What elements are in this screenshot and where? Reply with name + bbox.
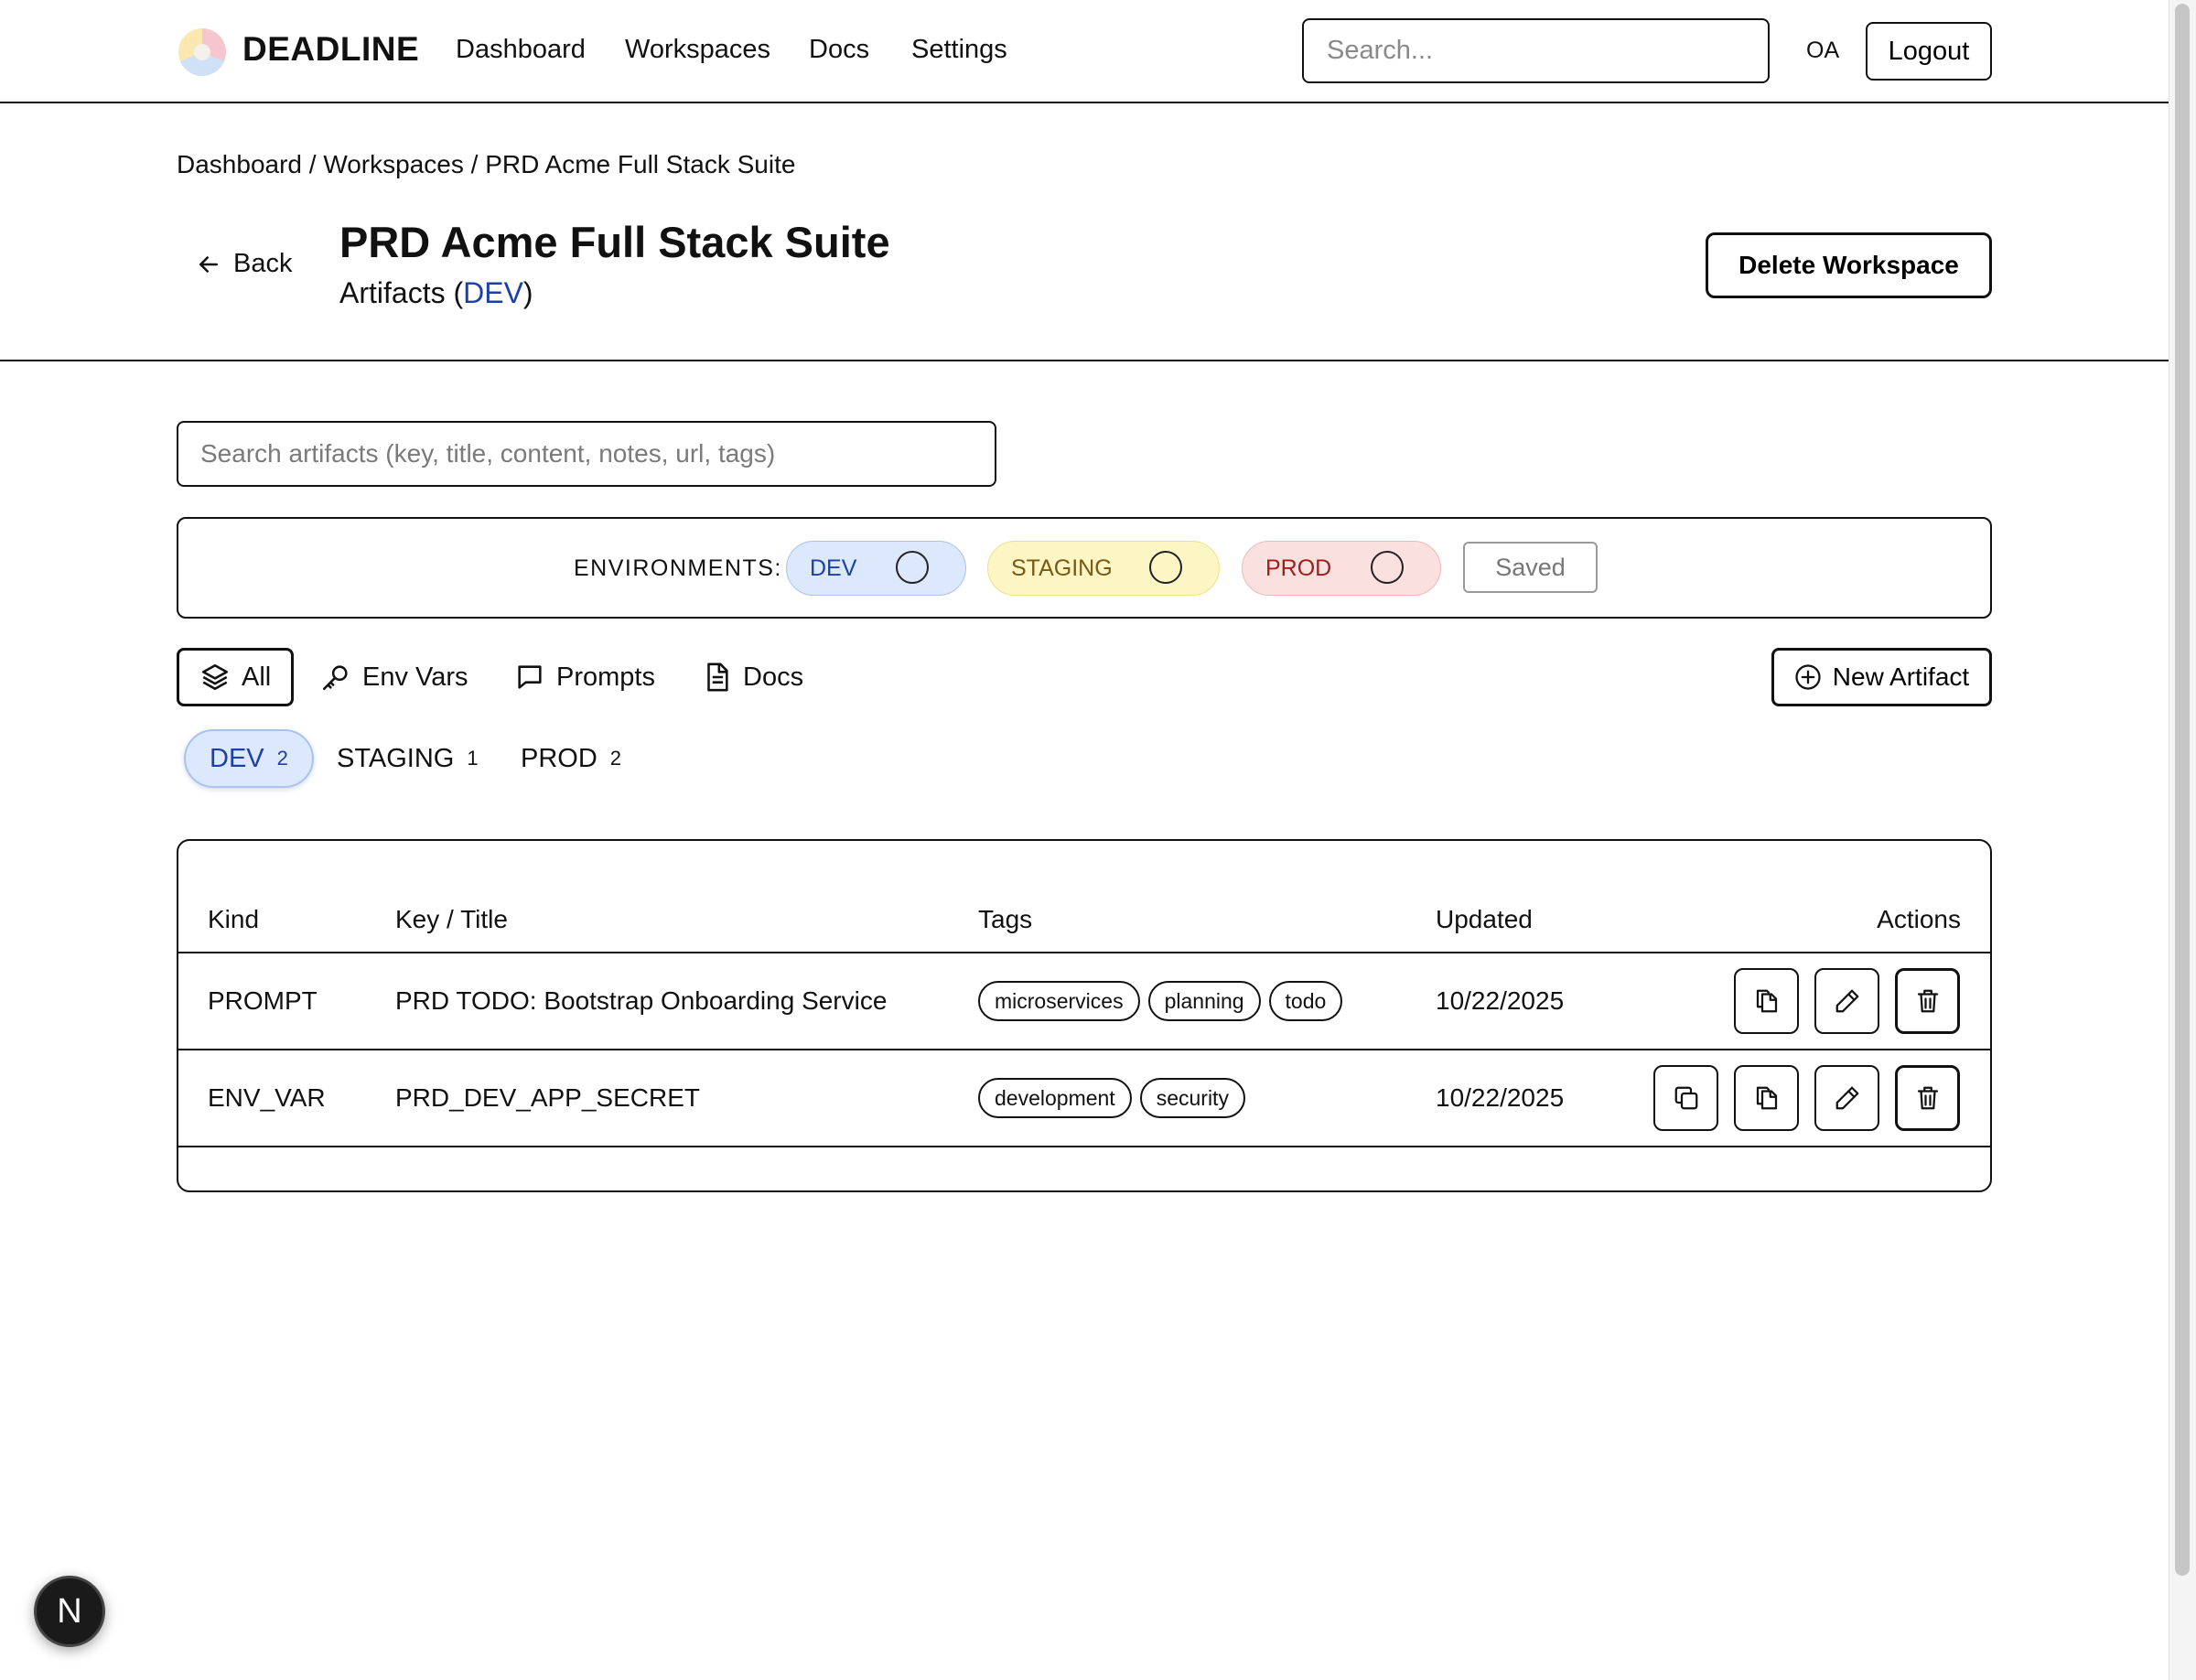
row-kind: ENV_VAR: [208, 1083, 326, 1112]
tab-label: Prompts: [556, 662, 655, 692]
brand-name[interactable]: DEADLINE: [242, 30, 419, 69]
nav-workspaces[interactable]: Workspaces: [625, 35, 770, 65]
table-row[interactable]: PROMPT PRD TODO: Bootstrap Onboarding Se…: [178, 952, 1990, 1049]
nav-settings[interactable]: Settings: [911, 35, 1007, 65]
delete-button[interactable]: [1895, 968, 1960, 1034]
copy-button[interactable]: [1653, 1065, 1718, 1131]
row-updated: 10/22/2025: [1436, 1083, 1565, 1112]
key-icon: [322, 665, 348, 691]
subtitle-env: DEV: [463, 276, 523, 309]
back-button[interactable]: Back: [195, 249, 292, 279]
tab-docs[interactable]: Docs: [701, 648, 803, 706]
duplicate-button[interactable]: [1734, 968, 1799, 1034]
saved-button[interactable]: Saved: [1463, 542, 1598, 593]
env-filter-label: DEV: [210, 743, 264, 773]
env-filter-count: 1: [467, 747, 479, 770]
subtitle-suffix: ): [522, 276, 533, 309]
nav-docs[interactable]: Docs: [809, 35, 869, 65]
row-tags: development security: [978, 1078, 1254, 1118]
env-filter-prod[interactable]: PROD 2: [521, 729, 621, 788]
edit-button[interactable]: [1814, 1065, 1879, 1131]
edit-icon: [1835, 989, 1858, 1013]
new-artifact-label: New Artifact: [1832, 662, 1970, 691]
tab-prompts[interactable]: Prompts: [514, 648, 655, 706]
env-toggle-dev[interactable]: DEV: [786, 541, 966, 596]
delete-workspace-button[interactable]: Delete Workspace: [1706, 232, 1992, 298]
user-initials[interactable]: OA: [1806, 38, 1839, 64]
row-title[interactable]: PRD_DEV_APP_SECRET: [395, 1083, 700, 1113]
global-search-input[interactable]: [1302, 18, 1770, 83]
page-subtitle: Artifacts (DEV): [339, 276, 533, 310]
environments-label: ENVIRONMENTS:: [574, 555, 782, 581]
row-updated: 10/22/2025: [1436, 986, 1565, 1015]
back-label: Back: [233, 249, 293, 278]
tag[interactable]: todo: [1268, 981, 1343, 1021]
environments-panel: ENVIRONMENTS: DEV STAGING PROD Saved: [177, 517, 1992, 619]
env-toggle-label: STAGING: [1011, 555, 1113, 581]
logout-button[interactable]: Logout: [1866, 22, 1992, 81]
env-filter-count: 2: [609, 747, 622, 770]
row-kind: PROMPT: [208, 986, 318, 1015]
column-header-tags: Tags: [978, 905, 1033, 933]
row-title[interactable]: PRD TODO: Bootstrap Onboarding Service: [395, 986, 887, 1016]
breadcrumb[interactable]: Dashboard / Workspaces / PRD Acme Full S…: [177, 150, 795, 179]
edit-icon: [1835, 1086, 1858, 1110]
new-artifact-button[interactable]: New Artifact: [1771, 648, 1992, 706]
row-tags: microservices planning todo: [978, 981, 1351, 1021]
trash-icon: [1917, 989, 1938, 1013]
dev-tools-badge[interactable]: N: [34, 1576, 105, 1647]
copy-icon: [1674, 1086, 1697, 1110]
tag[interactable]: microservices: [978, 981, 1140, 1021]
env-toggle-label: DEV: [810, 555, 857, 581]
tab-label: All: [242, 662, 272, 692]
scrollbar-thumb[interactable]: [2175, 4, 2190, 1576]
env-filter-count: 2: [276, 747, 288, 770]
tag[interactable]: planning: [1147, 981, 1261, 1021]
radio-circle-icon[interactable]: [1371, 551, 1404, 584]
document-icon: [707, 662, 728, 692]
duplicate-button[interactable]: [1734, 1065, 1799, 1131]
column-header-updated: Updated: [1436, 905, 1533, 933]
tab-all[interactable]: All: [177, 648, 295, 706]
env-filter-dev[interactable]: DEV 2: [184, 729, 314, 788]
page-title: PRD Acme Full Stack Suite: [339, 218, 890, 266]
column-header-kind: Kind: [208, 905, 260, 933]
env-toggle-prod[interactable]: PROD: [1242, 541, 1441, 596]
plus-circle-icon: [1795, 664, 1821, 690]
env-filter-label: STAGING: [337, 743, 455, 773]
top-navigation-bar: DEADLINE Dashboard Workspaces Docs Setti…: [0, 0, 2169, 103]
logo-icon[interactable]: [177, 27, 228, 78]
tag[interactable]: security: [1139, 1078, 1245, 1118]
layers-icon: [201, 663, 229, 691]
tag[interactable]: development: [978, 1078, 1132, 1118]
delete-button[interactable]: [1895, 1065, 1960, 1131]
artifacts-table: Kind Key / Title Tags Updated Actions PR…: [177, 839, 1992, 1192]
duplicate-icon: [1756, 989, 1777, 1013]
env-toggle-label: PROD: [1265, 555, 1332, 581]
column-header-key-title: Key / Title: [395, 905, 508, 933]
env-filter-staging[interactable]: STAGING 1: [337, 729, 479, 788]
table-row[interactable]: ENV_VAR PRD_DEV_APP_SECRET development s…: [178, 1049, 1990, 1146]
tab-label: Env Vars: [362, 662, 468, 692]
artifact-search-input[interactable]: [177, 421, 996, 487]
message-icon: [518, 665, 542, 689]
table-row-divider: [178, 1146, 1990, 1147]
arrow-left-icon: [199, 255, 218, 273]
env-toggle-staging[interactable]: STAGING: [987, 541, 1220, 596]
tab-env-vars[interactable]: Env Vars: [320, 648, 468, 706]
trash-icon: [1917, 1086, 1938, 1110]
radio-circle-icon[interactable]: [896, 551, 929, 584]
nav-dashboard[interactable]: Dashboard: [456, 35, 586, 65]
header-divider: [0, 360, 2169, 361]
radio-circle-icon[interactable]: [1149, 551, 1182, 584]
subtitle-prefix: Artifacts (: [339, 276, 464, 309]
tab-label: Docs: [743, 662, 804, 692]
page: DEADLINE Dashboard Workspaces Docs Setti…: [0, 0, 2169, 1680]
env-filter-label: PROD: [521, 743, 597, 773]
edit-button[interactable]: [1814, 968, 1879, 1034]
duplicate-icon: [1756, 1086, 1777, 1110]
column-header-actions: Actions: [1877, 905, 1961, 933]
